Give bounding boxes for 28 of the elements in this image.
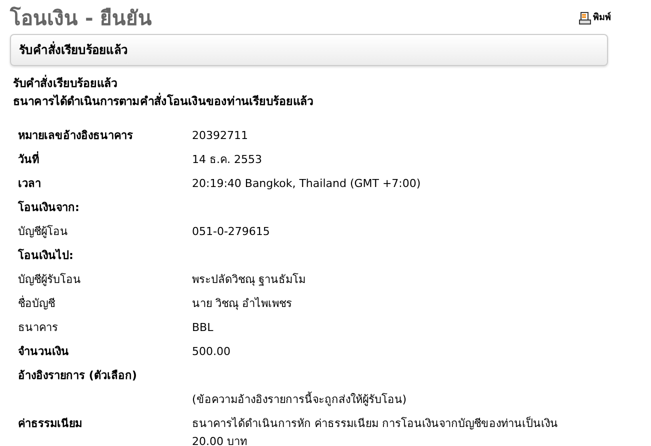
field-value: พระปลัดวิชณุ ฐานธัมโม [192,272,306,288]
field-label: หมายเลขอ้างอิงธนาคาร [18,129,133,142]
field-value: BBL [192,320,214,336]
field-label: ค่าธรรมเนียม [18,417,82,430]
field-value: 051-0-279615 [192,224,271,240]
field-label: โอนเงินไป: [18,249,74,262]
field-label: ธนาคาร [18,321,58,334]
field-label: โอนเงินจาก: [18,201,80,214]
field-value: 500.00 [192,344,232,360]
print-link[interactable]: พิมพ์ [579,12,611,26]
field-label: จำนวนเงิน [18,345,69,358]
field-value: 14 ธ.ค. 2553 [192,152,263,168]
status-message: รับคำสั่งเรียบร้อยแล้ว [12,74,118,92]
field-label: บัญชีผู้รับโอน [18,273,81,286]
field-label: ชื่อบัญชี [18,297,55,310]
printer-icon [579,12,591,26]
status-message: ธนาคารได้ดำเนินการตามคำสั่งโอนเงินของท่านเรียบร้อยแล้ว [12,92,314,110]
field-label: อ้างอิงรายการ (ตัวเลือก) [18,369,137,382]
field-value: ธนาคารได้ดำเนินการหัก ค่าธรรมเนียม การโอนเงินจากบัญชีของท่านเป็นเงิน 20.00 บาท [192,415,559,446]
page-title: โอนเงิน - ยืนยัน [10,5,152,32]
field-value: นาย วิชณุ อำไพเพชร [192,296,293,312]
field-value: (ข้อความอ้างอิงรายการนี้จะถูกส่งให้ผู้รับโอน) [192,390,408,408]
panel-header: รับคำสั่งเรียบร้อยแล้ว [10,34,608,66]
field-value: 20392711 [192,128,249,144]
field-label: บัญชีผู้โอน [18,225,68,238]
field-label: เวลา [18,177,41,190]
field-value: 20:19:40 Bangkok, Thailand (GMT +7:00) [192,176,422,192]
field-label: วันที่ [18,153,39,166]
